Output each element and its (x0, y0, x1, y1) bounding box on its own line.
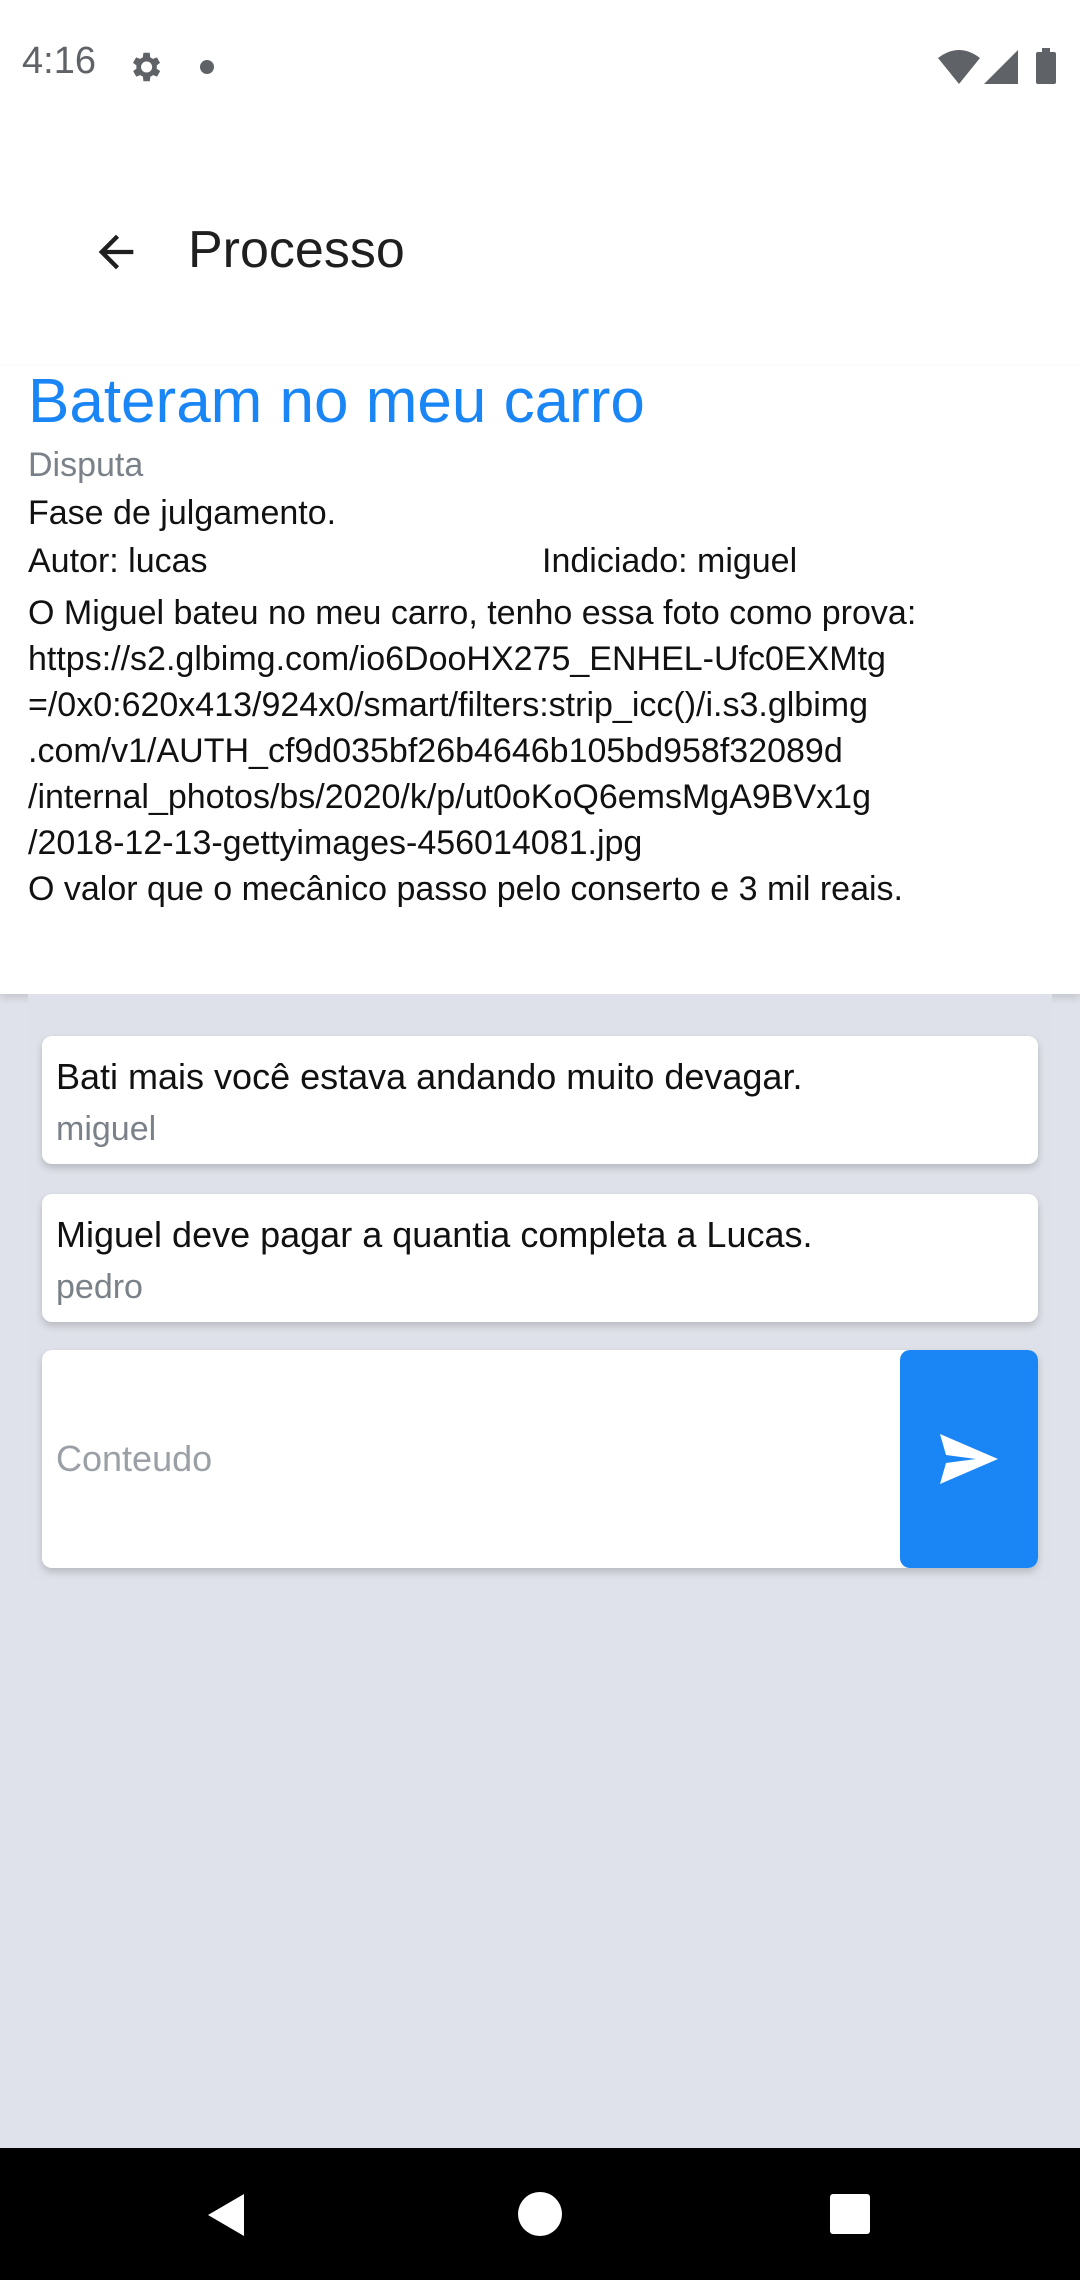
navigation-bar (0, 2148, 1080, 2280)
comment-author: miguel (56, 1110, 157, 1148)
arrow-left-icon (98, 234, 134, 270)
comment-composer (42, 1350, 1038, 1568)
comment-card: Miguel deve pagar a quantia completa a L… (42, 1194, 1038, 1322)
notification-dot-icon (200, 60, 214, 74)
back-button[interactable] (72, 208, 160, 296)
home-circle-icon[interactable] (518, 2192, 562, 2236)
process-type: Disputa (28, 446, 144, 484)
description-line: =/0x0:620x413/924x0/smart/filters:strip_… (28, 686, 868, 724)
battery-icon (1036, 48, 1056, 84)
page-title: Processo (188, 221, 405, 279)
signal-icon (984, 50, 1018, 84)
recents-square-icon[interactable] (830, 2194, 870, 2234)
process-title: Bateram no meu carro (28, 367, 645, 436)
description-line: /internal_photos/bs/2020/k/p/ut0oKoQ6ems… (28, 778, 871, 816)
comment-text: Bati mais você estava andando muito deva… (56, 1056, 803, 1097)
comments-section: Bati mais você estava andando muito deva… (28, 994, 1052, 1580)
comment-input[interactable] (42, 1350, 902, 1568)
send-icon (940, 1434, 998, 1484)
comment-text: Miguel deve pagar a quantia completa a L… (56, 1214, 813, 1255)
back-triangle-icon[interactable] (204, 2192, 250, 2238)
description-line: O Miguel bateu no meu carro, tenho essa … (28, 594, 917, 632)
description-line: O valor que o mecânico passo pelo conser… (28, 870, 904, 908)
process-author: Autor: lucas (28, 542, 208, 580)
wifi-icon (938, 50, 980, 84)
description-line: https://s2.glbimg.com/io6DooHX275_ENHEL-… (28, 640, 886, 678)
comment-author: pedro (56, 1268, 143, 1306)
app-bar: Processo (0, 134, 1080, 366)
send-button[interactable] (900, 1350, 1038, 1568)
process-phase: Fase de julgamento. (28, 494, 337, 532)
description-line: .com/v1/AUTH_cf9d035bf26b4646b105bd958f3… (28, 732, 843, 770)
screen: 4:16 Processo Bateram no meu carro Dispu… (0, 0, 1080, 2280)
status-time: 4:16 (22, 40, 96, 82)
description-line: /2018-12-13-gettyimages-456014081.jpg (28, 824, 643, 862)
status-bar: 4:16 (0, 0, 1080, 134)
process-accused: Indiciado: miguel (542, 542, 798, 580)
process-description: O Miguel bateu no meu carro, tenho essa … (28, 590, 1058, 912)
comment-card: Bati mais você estava andando muito deva… (42, 1036, 1038, 1164)
gear-icon (132, 52, 161, 82)
process-header: Bateram no meu carro Disputa Fase de jul… (0, 366, 1080, 994)
